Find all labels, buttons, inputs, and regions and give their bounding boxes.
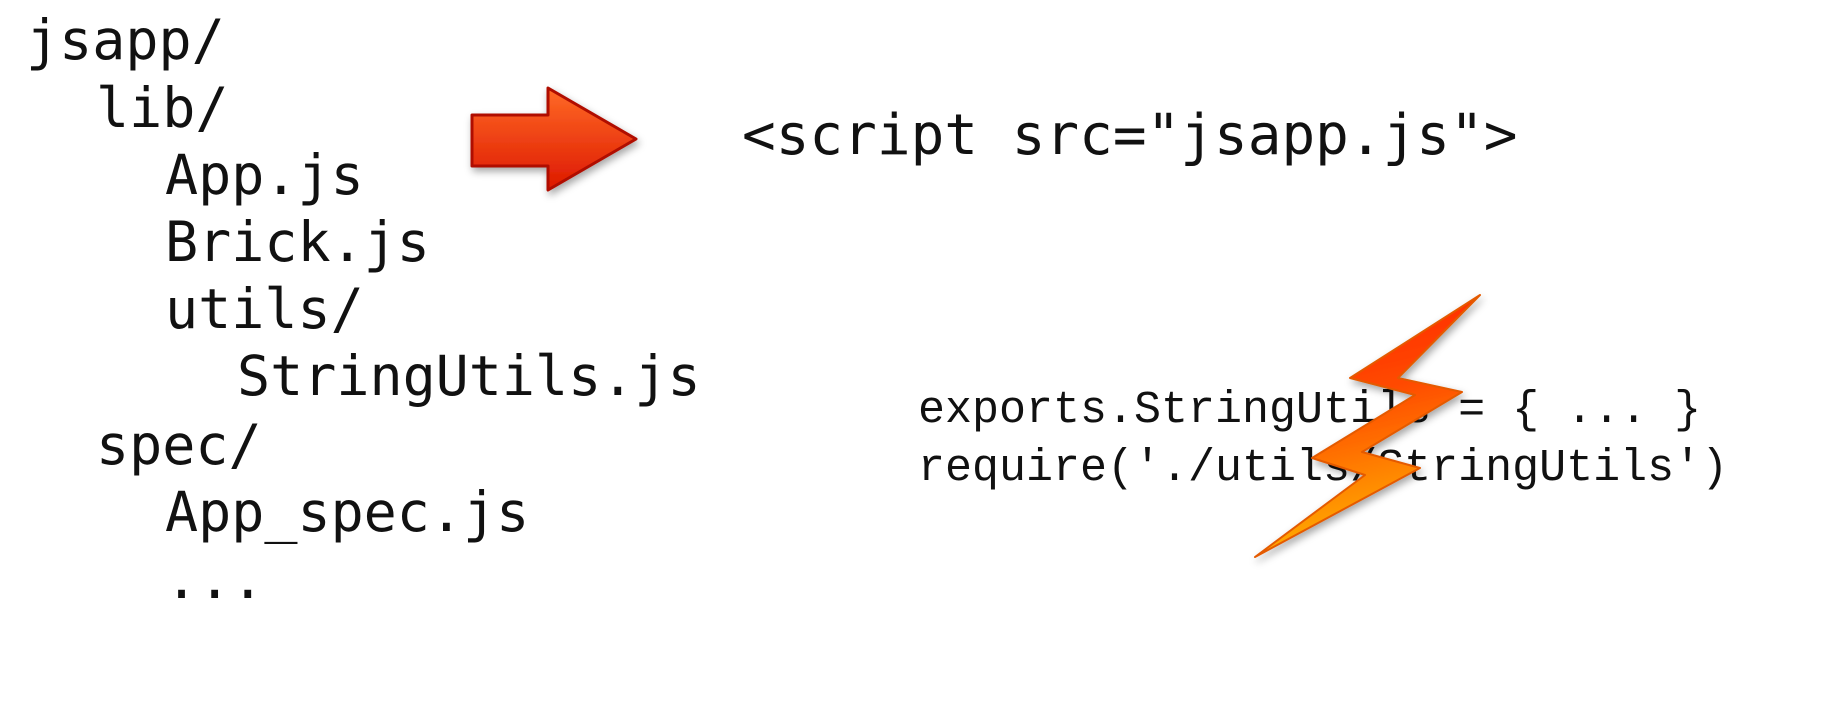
lightning-bolt-icon bbox=[1254, 294, 1481, 558]
right-arrow-icon bbox=[470, 86, 638, 192]
graphics-layer bbox=[470, 86, 1481, 558]
